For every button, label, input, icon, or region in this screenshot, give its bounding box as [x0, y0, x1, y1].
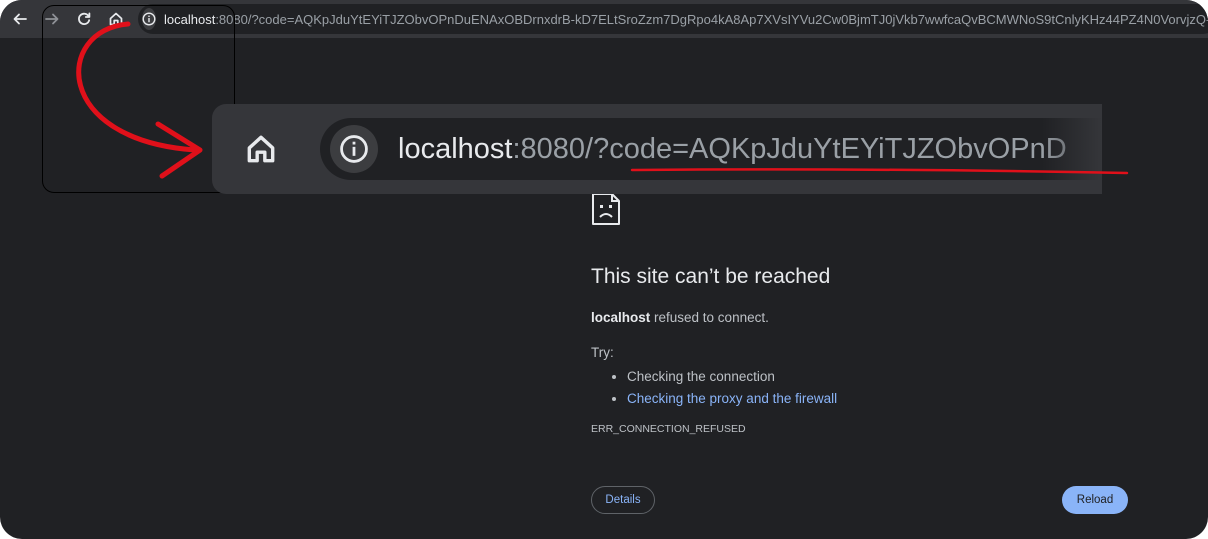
annotation-overlay [76, 21, 1129, 179]
browser-window: localhost:8080/?code=AQKpJduYtEYiTJZObvO… [0, 0, 1208, 539]
annotation-underline [630, 168, 1129, 175]
annotation-arrow [76, 21, 198, 153]
